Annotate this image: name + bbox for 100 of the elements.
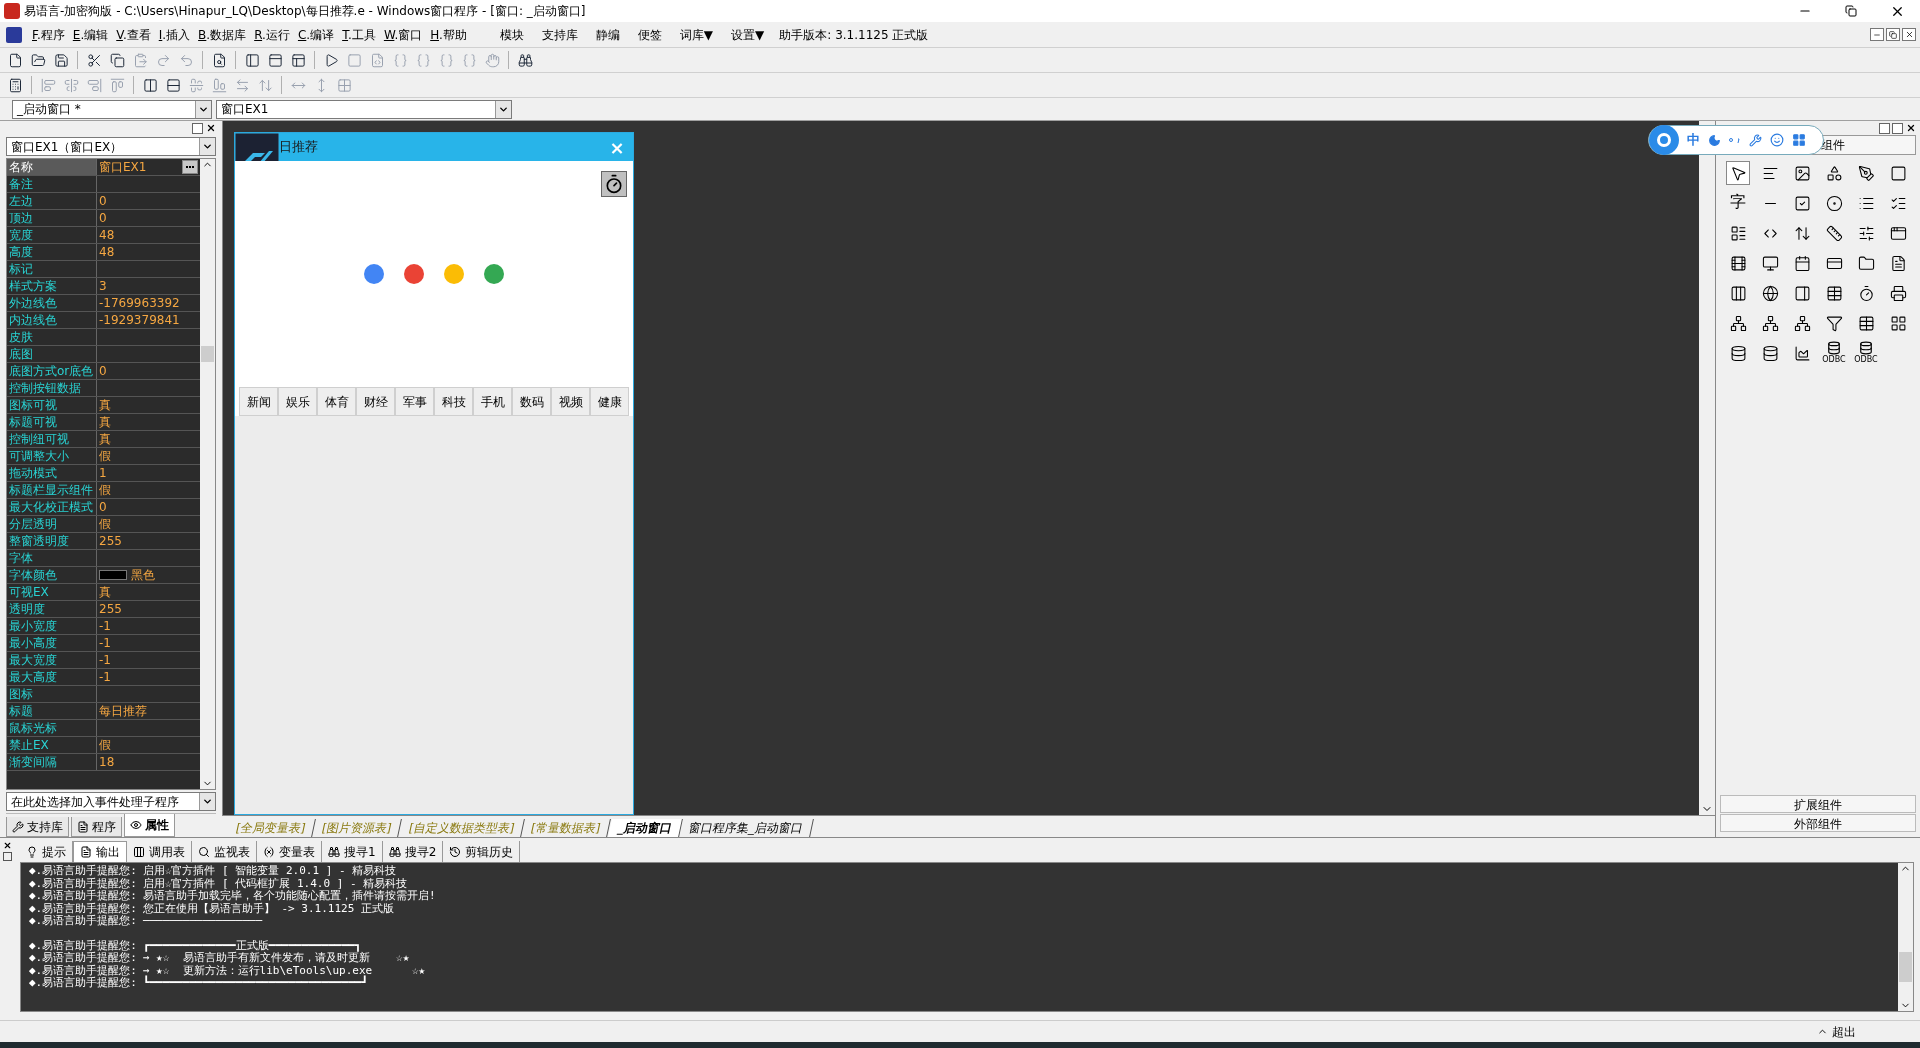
category-tab[interactable]: 新闻	[239, 387, 278, 416]
close-icon	[1904, 30, 1914, 39]
menu-item[interactable]: I.插入	[154, 25, 195, 44]
menu-item[interactable]: T.工具	[338, 25, 380, 44]
odbc-component[interactable]: ODBC	[1822, 341, 1846, 365]
menu-item[interactable]: F.程序	[28, 25, 69, 44]
panel-menu-button[interactable]	[1879, 122, 1890, 134]
tab-icon	[198, 845, 210, 858]
menu-item[interactable]: E.编辑	[68, 25, 113, 44]
property-value: 假	[99, 482, 111, 498]
panel-maximize-button[interactable]	[192, 122, 203, 134]
event-selector[interactable]: 在此处选择加入事件处理子程序	[6, 792, 216, 811]
property-name: 备注	[7, 176, 97, 192]
property-name: 透明度	[7, 601, 97, 617]
panel-close-button[interactable]	[1905, 122, 1916, 134]
property-name: 标题可视	[7, 414, 97, 430]
property-name: 左边	[7, 193, 97, 209]
property-name: 底图方式or底色	[7, 363, 97, 379]
grid-icon	[1792, 133, 1806, 147]
property-name: 字体	[7, 550, 97, 566]
menu-item[interactable]: 词库▼	[670, 25, 723, 44]
property-value: 18	[99, 754, 115, 770]
property-name: 鼠标光标	[7, 720, 97, 736]
category-tab[interactable]: 体育	[317, 387, 356, 416]
tab-icon	[77, 820, 89, 833]
menu-item[interactable]: 便签	[628, 25, 671, 44]
property-name: 最小高度	[7, 635, 97, 651]
menu-item[interactable]: H.帮助	[426, 25, 471, 44]
document-tab[interactable]: [图片资源表]	[312, 819, 403, 837]
panel-tab[interactable]: 程序	[71, 817, 122, 837]
panel-tab[interactable]: 属性	[124, 814, 175, 837]
output-message: 启用☆官方插件 [ 代码框扩展 1.4.0 ] - 精易科技	[142, 877, 408, 890]
menu-item[interactable]: 设置▼	[722, 25, 774, 44]
punctuation-icon	[1729, 136, 1741, 144]
menu-item[interactable]: 支持库	[532, 25, 587, 44]
property-name: 可视EX	[7, 584, 97, 600]
restore-icon	[1889, 30, 1897, 39]
property-name: 标题	[7, 703, 97, 719]
property-value: 真	[99, 584, 111, 600]
property-name: 名称	[7, 159, 97, 175]
panel-close-button[interactable]	[205, 122, 216, 134]
property-name: 可调整大小	[7, 448, 97, 464]
property-value: -1	[99, 635, 111, 651]
property-name: 控制纽可视	[7, 431, 97, 447]
menu-item[interactable]: W.窗口	[379, 25, 427, 44]
property-value: 假	[99, 448, 111, 464]
menu-item[interactable]: 模块	[490, 25, 533, 44]
document-tab[interactable]: 窗口程序集_启动窗口	[678, 819, 814, 837]
output-message: → ★☆ 易语言助手有新文件发布，请及时更新 ☆★	[142, 952, 410, 965]
output-maximize-button[interactable]	[2, 852, 12, 861]
property-value: 真	[99, 431, 111, 447]
ellipsis-button[interactable]	[182, 160, 198, 174]
output-prefix: ◆.易语言助手提醒您:	[29, 939, 137, 952]
menu-logo-icon	[6, 26, 22, 43]
category-tab[interactable]: 视频	[551, 387, 590, 416]
window-title: 易语言-加密狗版 - C:\Users\Hinapur_LQ\Desktop\每日推荐.e - Windows窗口程序 - [窗口: _启动窗口]	[24, 3, 586, 20]
panel-tab[interactable]: 支持库	[6, 817, 69, 837]
category-tab[interactable]: 健康	[590, 387, 629, 416]
menu-item[interactable]: V.查看	[112, 25, 155, 44]
property-name: 最大宽度	[7, 652, 97, 668]
ime-mode: 中	[1687, 131, 1700, 150]
category-tab[interactable]: 财经	[356, 387, 395, 416]
output-tab[interactable]: 输出	[73, 841, 127, 862]
tab-icon	[130, 819, 142, 831]
menu-item[interactable]: B.数据库	[194, 25, 251, 44]
property-name: 标题栏显示组件	[7, 482, 97, 498]
object-selector[interactable]: 窗口EX1（窗口EX）	[6, 137, 216, 156]
component-group-button[interactable]: 扩展组件	[1720, 795, 1916, 813]
mdi-restore-button[interactable]	[1886, 28, 1900, 41]
property-value: 48	[99, 227, 115, 243]
overflow-button[interactable]: 超出	[1813, 1022, 1860, 1041]
category-tab[interactable]: 科技	[434, 387, 473, 416]
component-group-button[interactable]: 外部组件	[1720, 814, 1916, 832]
scroll-thumb	[201, 346, 214, 362]
window-selector[interactable]: _启动窗口 *	[12, 99, 212, 119]
tab-icon	[263, 845, 275, 858]
label-glyph: 字	[1730, 191, 1746, 213]
category-tab[interactable]: 手机	[473, 387, 512, 416]
odbc-component[interactable]: ODBC	[1854, 341, 1878, 365]
menu-item[interactable]: C.编译	[293, 25, 339, 44]
tab-icon	[449, 845, 462, 858]
control-selector[interactable]: 窗口EX1	[216, 99, 512, 119]
mdi-close-button[interactable]	[1902, 28, 1916, 41]
output-close-button[interactable]	[2, 840, 12, 850]
property-name: 分层透明	[7, 516, 97, 532]
document-tab[interactable]: [自定义数据类型表]	[398, 819, 526, 837]
output-prefix: ◆.易语言助手提醒您:	[29, 915, 137, 928]
category-tab[interactable]: 军事	[395, 387, 434, 416]
panel-maximize-button[interactable]	[1892, 122, 1903, 134]
pointer-icon[interactable]	[1726, 161, 1750, 185]
property-value: -1	[99, 652, 111, 668]
document-tab[interactable]: [全局变量表]	[226, 819, 317, 837]
menu-item[interactable]: 静编	[586, 25, 629, 44]
property-value: 每日推荐	[99, 703, 147, 719]
document-tab[interactable]: _启动窗口	[607, 819, 683, 837]
category-tab[interactable]: 数码	[512, 387, 551, 416]
property-name: 控制按钮数据	[7, 380, 97, 396]
menu-item[interactable]: R.运行	[250, 25, 294, 44]
mdi-minimize-button[interactable]	[1870, 28, 1884, 41]
category-tab[interactable]: 娱乐	[278, 387, 317, 416]
